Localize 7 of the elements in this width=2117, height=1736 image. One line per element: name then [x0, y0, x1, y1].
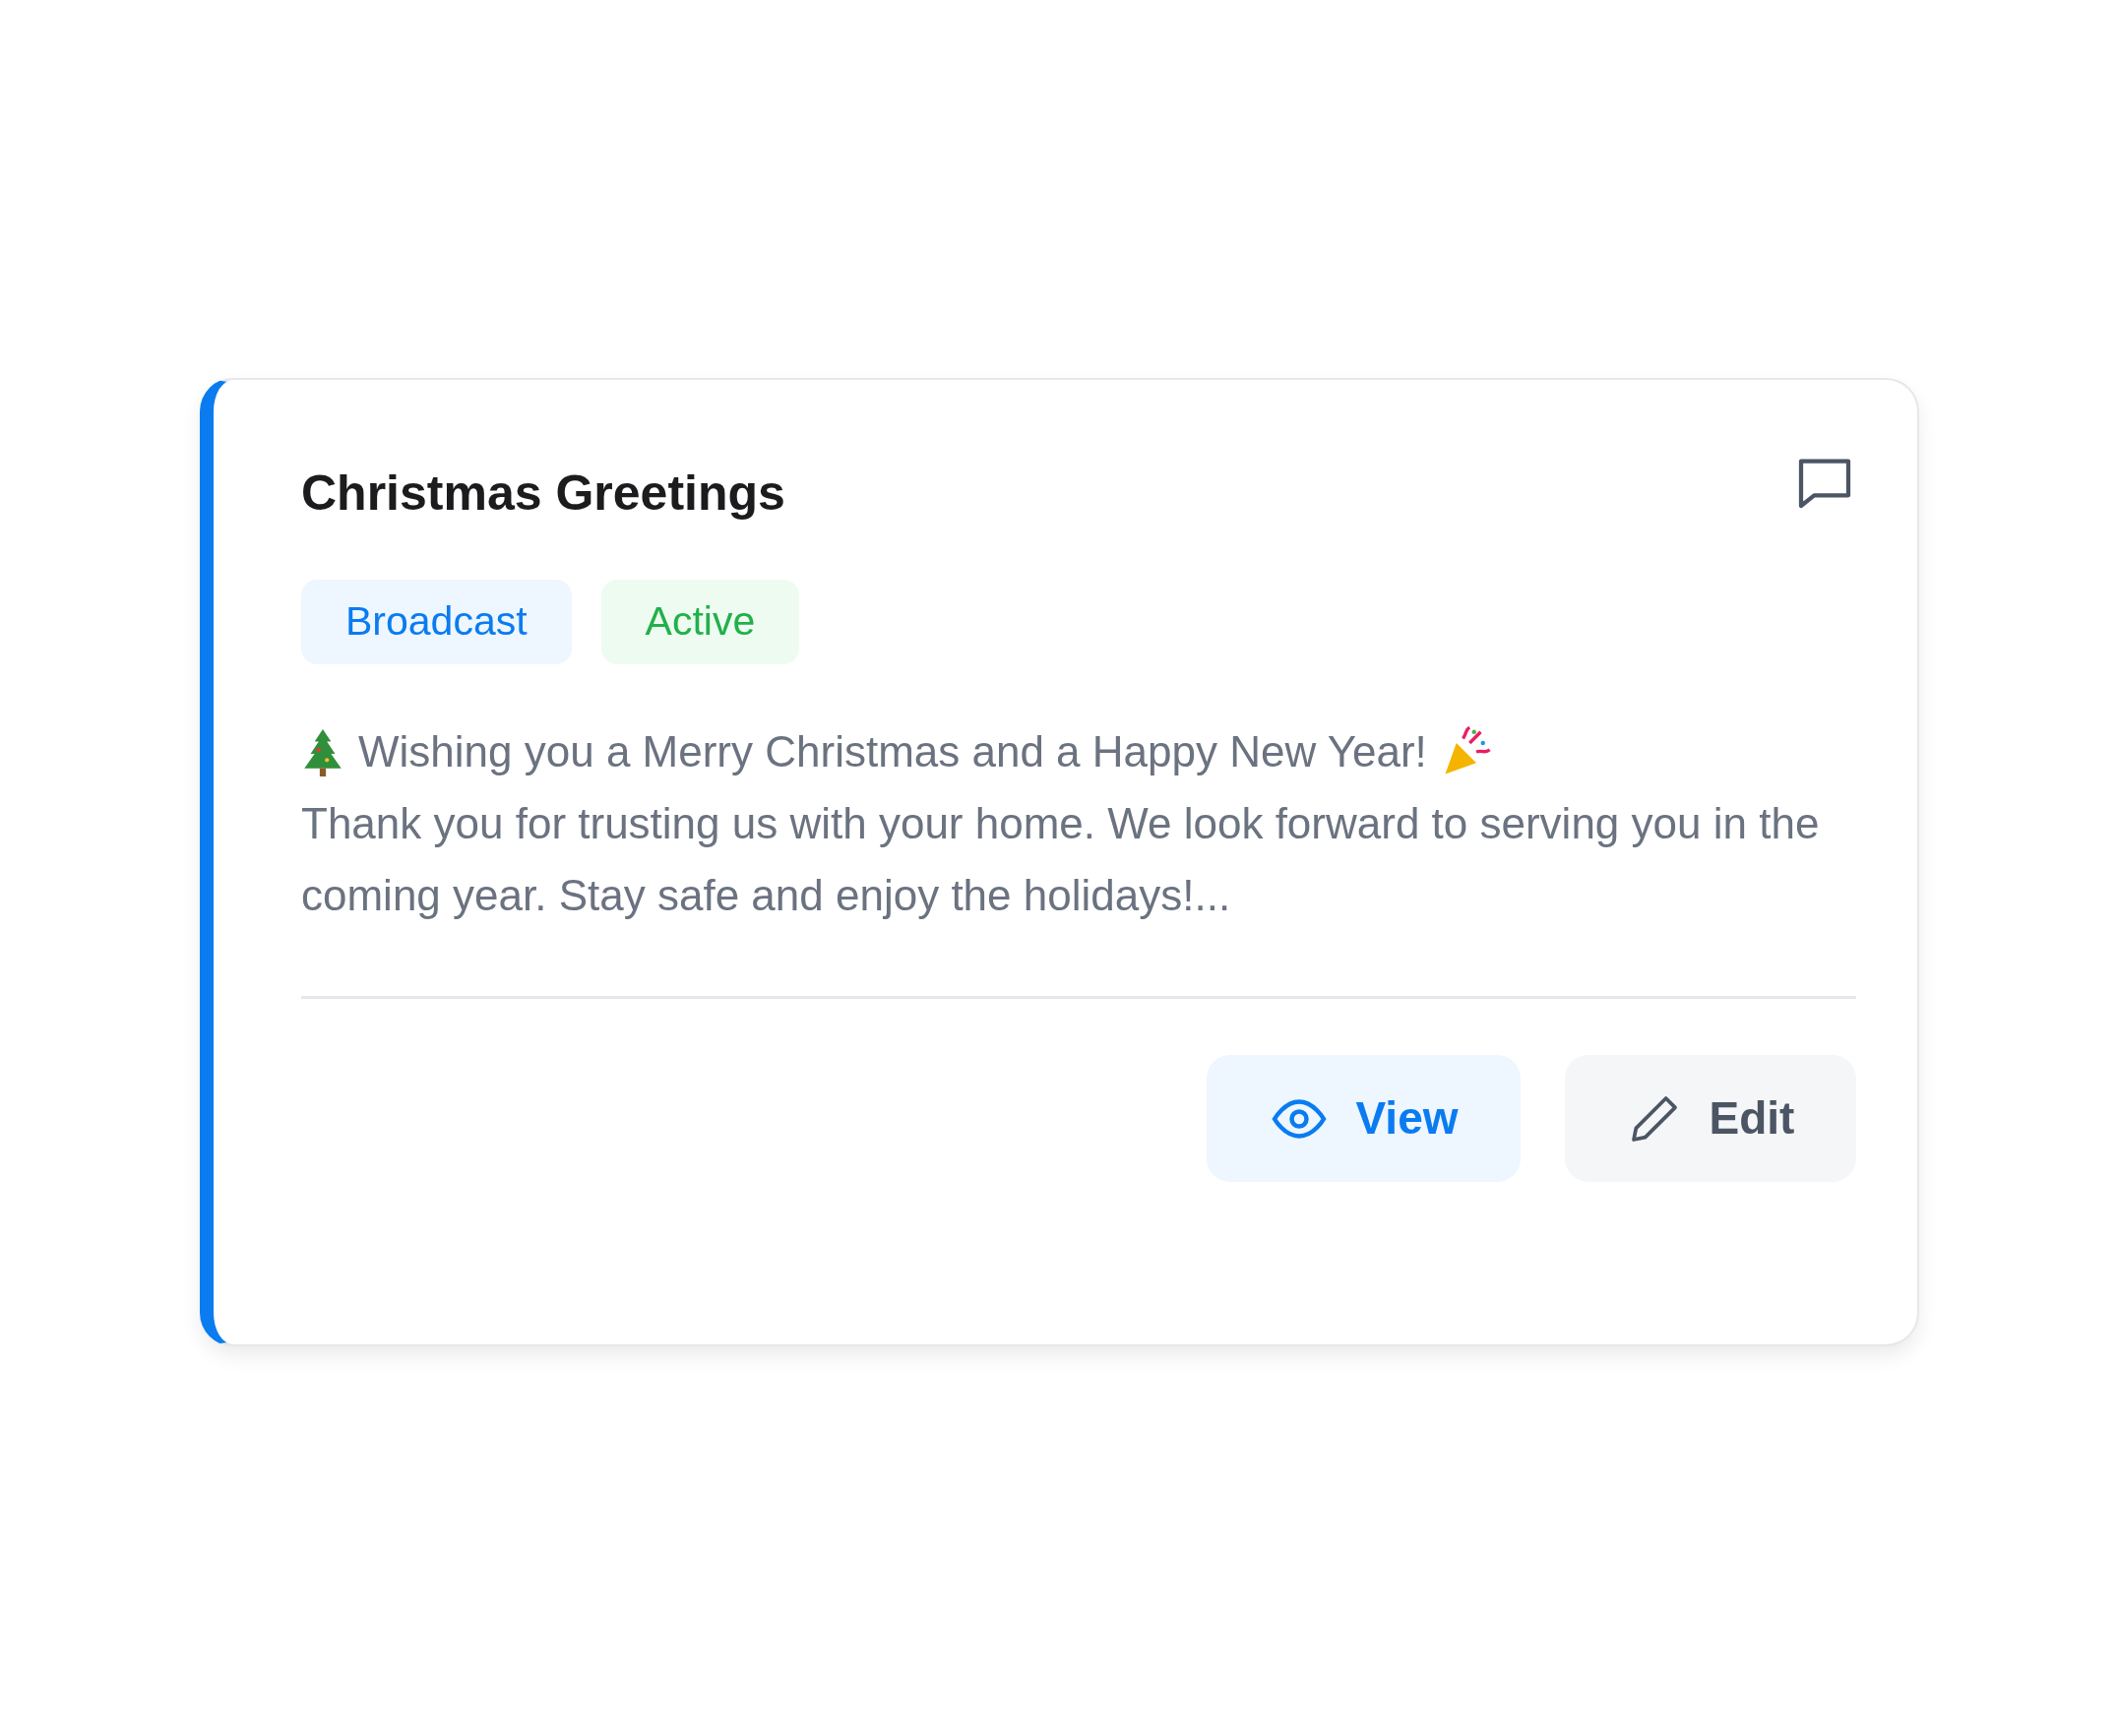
message-text: Wishing you a Merry Christmas and a Happy New Year! — [358, 726, 1427, 777]
status-tag: Active — [600, 580, 800, 664]
card-title: Christmas Greetings — [301, 465, 785, 523]
message-text: Thank you for trusting us with your home. We look forward to serving you in the coming year. Stay safe and enjoy the holidays!... — [301, 798, 1821, 921]
view-button[interactable]: View — [1207, 1055, 1521, 1182]
edit-button[interactable]: Edit — [1565, 1055, 1856, 1182]
type-tag: Broadcast — [301, 580, 572, 664]
